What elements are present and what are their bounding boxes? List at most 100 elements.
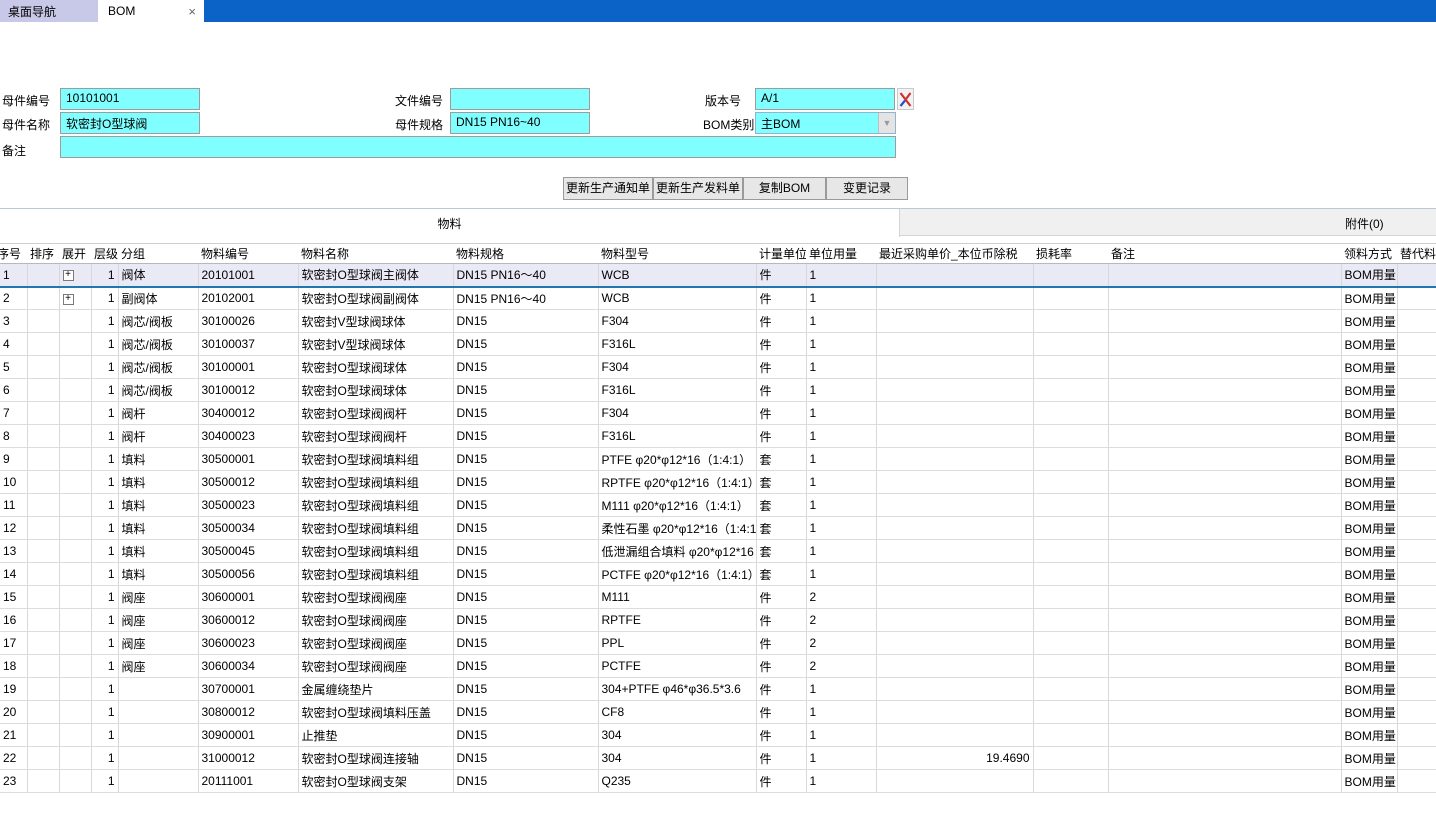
cell-qty: 1 [806, 494, 876, 517]
col-header-price[interactable]: 最近采购单价_本位币除税 [876, 244, 1033, 264]
cell-model: RPTFE [598, 609, 756, 632]
cell-loss [1033, 310, 1108, 333]
col-header-mode[interactable]: 领料方式 [1341, 244, 1397, 264]
tab-desktop-nav[interactable]: 桌面导航 [0, 0, 100, 22]
expand-icon[interactable]: + [63, 294, 74, 305]
col-header-model[interactable]: 物料型号 [598, 244, 756, 264]
cell-seq: 14 [0, 563, 27, 586]
table-row[interactable]: 23120111001软密封O型球阀支架DN15Q235件1BOM用量 [0, 770, 1436, 793]
cell-price [876, 356, 1033, 379]
bom-type-select[interactable]: 主BOM ▼ [755, 112, 896, 134]
table-row[interactable]: 41阀芯/阀板30100037软密封V型球阀球体DN15F316L件1BOM用量 [0, 333, 1436, 356]
tab-attachments[interactable]: 附件(0) [900, 209, 1436, 236]
version-field[interactable]: A/1 [755, 88, 895, 110]
table-row[interactable]: 131填料30500045软密封O型球阀填料组DN15低泄漏组合填料 φ20*φ… [0, 540, 1436, 563]
table-row[interactable]: 22131000012软密封O型球阀连接轴DN15304件119.4690BOM… [0, 747, 1436, 770]
col-header-note[interactable]: 备注 [1108, 244, 1341, 264]
cell-mode: BOM用量 [1341, 632, 1397, 655]
cell-spec: DN15 [453, 632, 598, 655]
cell-mode: BOM用量 [1341, 517, 1397, 540]
cell-loss [1033, 425, 1108, 448]
close-tab-icon[interactable]: × [188, 5, 196, 18]
table-row[interactable]: 151阀座30600001软密封O型球阀阀座DN15M111件2BOM用量 [0, 586, 1436, 609]
col-header-qty[interactable]: 单位用量 [806, 244, 876, 264]
table-row[interactable]: 1+1阀体20101001软密封O型球阀主阀体DN15 PN16～40WCB件1… [0, 264, 1436, 287]
chevron-down-icon[interactable]: ▼ [878, 113, 895, 133]
cell-name: 软密封O型球阀阀座 [298, 655, 453, 678]
cell-unit: 套 [756, 540, 806, 563]
cell-name: 软密封O型球阀阀座 [298, 609, 453, 632]
col-header-expand[interactable]: 展开 [59, 244, 91, 264]
col-header-alt[interactable]: 替代料 [1397, 244, 1436, 264]
parent-code-field[interactable]: 10101001 [60, 88, 200, 110]
cell-level: 1 [91, 356, 118, 379]
version-tool-icon[interactable] [897, 88, 914, 110]
table-row[interactable]: 71阀杆30400012软密封O型球阀阀杆DN15F304件1BOM用量 [0, 402, 1436, 425]
table-row[interactable]: 141填料30500056软密封O型球阀填料组DN15PCTFE φ20*φ12… [0, 563, 1436, 586]
update-production-notice-button[interactable]: 更新生产通知单 [563, 177, 653, 200]
cell-model: M111 φ20*φ12*16（1:4:1） [598, 494, 756, 517]
col-header-name[interactable]: 物料名称 [298, 244, 453, 264]
table-row[interactable]: 81阀杆30400023软密封O型球阀阀杆DN15F316L件1BOM用量 [0, 425, 1436, 448]
cell-alt [1397, 770, 1436, 793]
cell-code: 30400012 [198, 402, 298, 425]
update-production-issue-button[interactable]: 更新生产发料单 [653, 177, 743, 200]
table-row[interactable]: 2+1副阀体20102001软密封O型球阀副阀体DN15 PN16～40WCB件… [0, 287, 1436, 310]
cell-price [876, 310, 1033, 333]
cell-sort [27, 770, 59, 793]
cell-spec: DN15 [453, 655, 598, 678]
cell-qty: 1 [806, 701, 876, 724]
cell-alt [1397, 678, 1436, 701]
expand-icon[interactable]: + [63, 270, 74, 281]
doc-code-field[interactable] [450, 88, 590, 110]
parent-name-field[interactable]: 软密封O型球阀 [60, 112, 200, 134]
cell-expand [59, 517, 91, 540]
table-row[interactable]: 161阀座30600012软密封O型球阀阀座DN15RPTFE件2BOM用量 [0, 609, 1436, 632]
cell-qty: 1 [806, 517, 876, 540]
cell-alt [1397, 609, 1436, 632]
tab-bom[interactable]: BOM × [100, 0, 204, 22]
cell-level: 1 [91, 586, 118, 609]
cell-group: 阀芯/阀板 [118, 356, 198, 379]
cell-group [118, 770, 198, 793]
cell-code: 30800012 [198, 701, 298, 724]
table-row[interactable]: 19130700001金属缠绕垫片DN15304+PTFE φ46*φ36.5*… [0, 678, 1436, 701]
table-row[interactable]: 171阀座30600023软密封O型球阀阀座DN15PPL件2BOM用量 [0, 632, 1436, 655]
tab-materials[interactable]: 物料 [0, 209, 900, 237]
col-header-group[interactable]: 分组 [118, 244, 198, 264]
col-header-loss[interactable]: 损耗率 [1033, 244, 1108, 264]
parent-spec-field[interactable]: DN15 PN16~40 [450, 112, 590, 134]
cell-mode: BOM用量 [1341, 425, 1397, 448]
table-row[interactable]: 91填料30500001软密封O型球阀填料组DN15PTFE φ20*φ12*1… [0, 448, 1436, 471]
col-header-unit[interactable]: 计量单位 [756, 244, 806, 264]
table-row[interactable]: 101填料30500012软密封O型球阀填料组DN15RPTFE φ20*φ12… [0, 471, 1436, 494]
table-row[interactable]: 121填料30500034软密封O型球阀填料组DN15柔性石墨 φ20*φ12*… [0, 517, 1436, 540]
col-header-code[interactable]: 物料编号 [198, 244, 298, 264]
table-row[interactable]: 51阀芯/阀板30100001软密封O型球阀球体DN15F304件1BOM用量 [0, 356, 1436, 379]
table-row[interactable]: 181阀座30600034软密封O型球阀阀座DN15PCTFE件2BOM用量 [0, 655, 1436, 678]
table-row[interactable]: 20130800012软密封O型球阀填料压盖DN15CF8件1BOM用量 [0, 701, 1436, 724]
table-row[interactable]: 21130900001止推垫DN15304件1BOM用量 [0, 724, 1436, 747]
cell-price [876, 540, 1033, 563]
remark-field[interactable] [60, 136, 896, 158]
table-row[interactable]: 111填料30500023软密封O型球阀填料组DN15M111 φ20*φ12*… [0, 494, 1436, 517]
copy-bom-button[interactable]: 复制BOM [743, 177, 826, 200]
col-header-seq[interactable]: 序号 [0, 244, 27, 264]
cell-code: 30500023 [198, 494, 298, 517]
cell-group: 填料 [118, 540, 198, 563]
table-row[interactable]: 31阀芯/阀板30100026软密封V型球阀球体DN15F304件1BOM用量 [0, 310, 1436, 333]
cell-model: Q235 [598, 770, 756, 793]
change-record-button[interactable]: 变更记录 [826, 177, 908, 200]
col-header-spec[interactable]: 物料规格 [453, 244, 598, 264]
cell-mode: BOM用量 [1341, 402, 1397, 425]
cell-loss [1033, 264, 1108, 287]
table-row[interactable]: 61阀芯/阀板30100012软密封O型球阀球体DN15F316L件1BOM用量 [0, 379, 1436, 402]
cell-level: 1 [91, 770, 118, 793]
cell-spec: DN15 [453, 609, 598, 632]
cell-unit: 件 [756, 701, 806, 724]
col-header-sort[interactable]: 排序 [27, 244, 59, 264]
cell-note [1108, 425, 1341, 448]
cell-price [876, 586, 1033, 609]
cell-group: 填料 [118, 448, 198, 471]
col-header-level[interactable]: 层级 [91, 244, 118, 264]
